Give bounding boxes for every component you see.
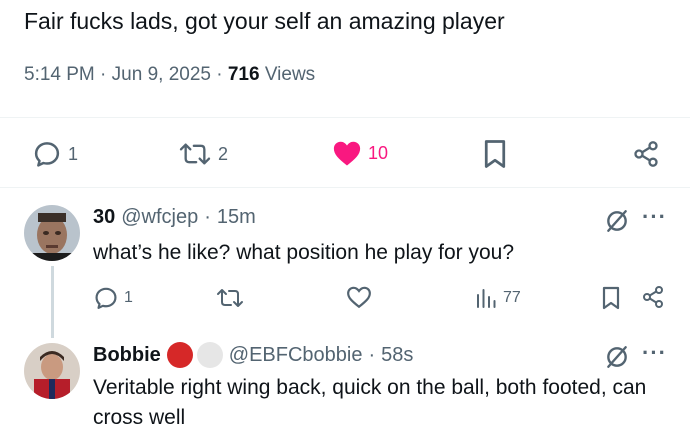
reply-count: 1 — [68, 143, 79, 164]
avatar[interactable] — [24, 205, 80, 261]
white-circle-badge-icon — [196, 342, 223, 368]
tweet-date[interactable]: Jun 9, 2025 — [112, 64, 211, 85]
reply-count: 1 — [124, 289, 133, 306]
reply-button[interactable]: 1 — [93, 285, 133, 311]
views-button[interactable]: 77 — [474, 286, 521, 310]
share-icon[interactable] — [641, 285, 665, 309]
repost-button[interactable] — [216, 286, 244, 310]
reply-button[interactable]: 1 — [32, 139, 78, 169]
bookmark-icon — [484, 140, 506, 168]
meta-separator: · — [100, 64, 107, 85]
views-count: 716 — [227, 64, 260, 85]
bookmark-button[interactable] — [482, 139, 508, 169]
reply-icon — [95, 287, 117, 309]
divider — [0, 187, 690, 188]
repost-count: 2 — [218, 143, 229, 164]
more-icon[interactable]: ··· — [642, 204, 667, 230]
tweet-meta: 5:14 PM · Jun 9, 2025 · 716 Views — [24, 64, 315, 86]
bookmark-icon[interactable] — [600, 286, 622, 310]
meta-separator: · — [368, 343, 376, 366]
like-button[interactable]: 10 — [332, 139, 388, 167]
grok-icon[interactable] — [604, 344, 630, 370]
display-name[interactable]: 30 — [93, 206, 115, 229]
thread-line — [51, 266, 54, 338]
avatar[interactable] — [24, 343, 80, 399]
heart-icon — [333, 141, 361, 166]
heart-icon — [347, 286, 371, 309]
view-count: 77 — [503, 289, 521, 306]
more-icon[interactable]: ··· — [642, 340, 667, 366]
analytics-icon — [477, 289, 496, 308]
tweet-text: Fair fucks lads, got your self an amazin… — [24, 8, 505, 34]
repost-icon — [179, 143, 211, 165]
meta-separator: · — [216, 64, 223, 85]
repost-icon — [217, 289, 243, 307]
red-circle-badge-icon — [166, 342, 193, 368]
meta-separator: · — [204, 206, 211, 228]
user-handle[interactable]: @EBFCbobbie — [229, 344, 363, 367]
reply-header: 30 @wfcjep · 15m — [93, 206, 256, 229]
views-label: Views — [264, 64, 316, 85]
repost-button[interactable]: 2 — [178, 140, 228, 168]
divider — [0, 117, 690, 118]
like-count: 10 — [368, 142, 389, 163]
reply-icon — [34, 142, 60, 167]
like-button[interactable] — [346, 285, 372, 309]
tweet-time[interactable]: 5:14 PM — [24, 64, 95, 85]
share-button[interactable] — [632, 140, 660, 168]
reply-text: Veritable right wing back, quick on the … — [93, 376, 647, 429]
grok-icon[interactable] — [604, 208, 630, 234]
share-icon — [634, 141, 658, 167]
reply-header: Bobbie @EBFCbobbie · 58s — [93, 342, 413, 368]
reply-time[interactable]: 15m — [217, 206, 256, 229]
reply-text: what’s he like? what position he play fo… — [93, 241, 515, 264]
display-name[interactable]: Bobbie — [93, 344, 161, 367]
reply-time[interactable]: 58s — [381, 344, 413, 367]
user-handle[interactable]: @wfcjep — [121, 206, 198, 229]
